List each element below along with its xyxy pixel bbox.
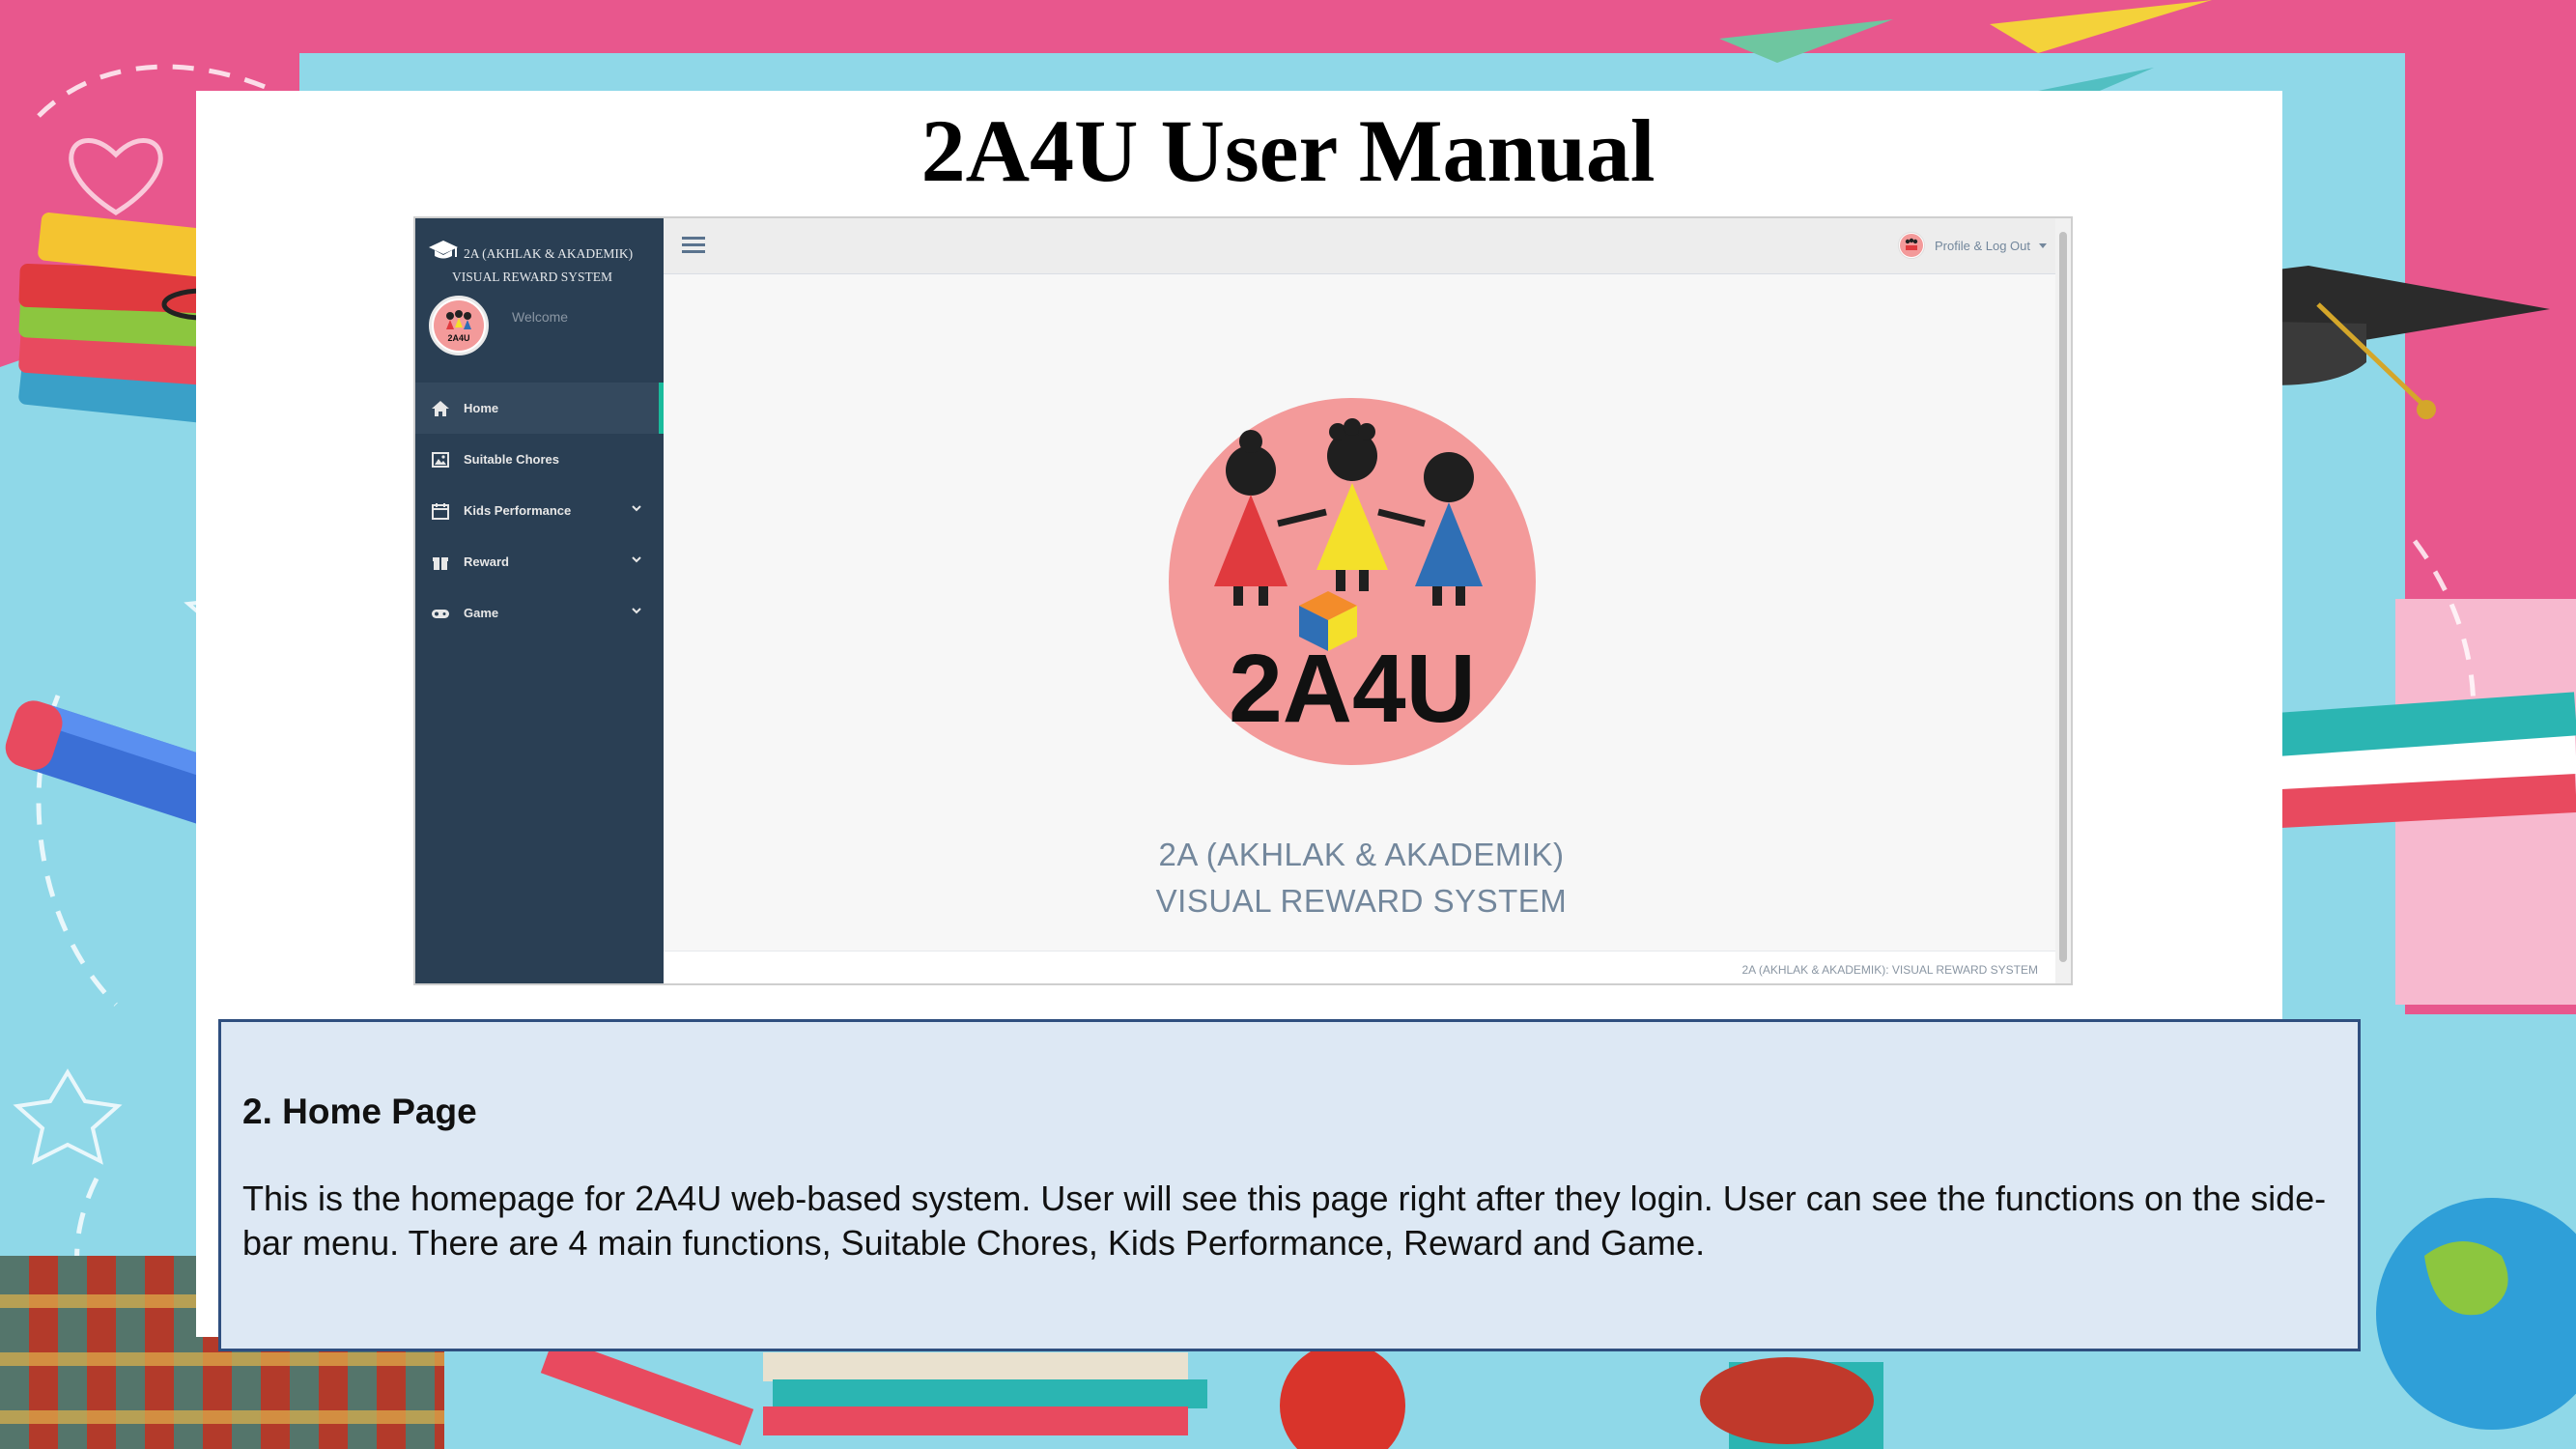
sidebar-nav: Home Suitable Chores Kids Performance Re… (415, 383, 664, 639)
brand-subtitle: VISUAL REWARD SYSTEM (452, 270, 613, 284)
section-heading: 2. Home Page (242, 1092, 477, 1131)
top-bar: Profile & Log Out (664, 218, 2071, 274)
section-body: This is the homepage for 2A4U web-based … (242, 1179, 2327, 1263)
brand-name: 2A (AKHLAK & AKADEMIK) (464, 246, 634, 261)
profile-menu[interactable]: Profile & Log Out (1898, 232, 2048, 259)
profile-label: Profile & Log Out (1935, 238, 2030, 253)
home-icon (432, 400, 449, 416)
chevron-down-icon (632, 608, 641, 614)
sidebar-item-label: Reward (464, 554, 509, 569)
welcome-text: Welcome (512, 309, 569, 325)
image-icon (432, 451, 449, 468)
scrollbar[interactable] (2055, 218, 2071, 983)
app-logo: 2A4U (1169, 398, 1536, 765)
sidebar-item-label: Game (464, 606, 499, 620)
sidebar-item-label: Kids Performance (464, 503, 572, 518)
sidebar: 2A (AKHLAK & AKADEMIK) VISUAL REWARD SYS… (415, 218, 664, 983)
app-screenshot: 2A (AKHLAK & AKADEMIK) VISUAL REWARD SYS… (413, 216, 2073, 985)
sidebar-item-label: Suitable Chores (464, 452, 559, 467)
profile-avatar (1898, 232, 1925, 259)
graduation-cap-icon (429, 241, 458, 259)
footer-text: 2A (AKHLAK & AKADEMIK): VISUAL REWARD SY… (1741, 963, 2038, 977)
svg-text:2A4U: 2A4U (447, 333, 469, 343)
menu-toggle-icon[interactable] (681, 234, 706, 257)
scrollbar-thumb[interactable] (2059, 232, 2067, 962)
caret-down-icon (2039, 243, 2047, 248)
sidebar-item-game[interactable]: Game (415, 587, 664, 639)
logo-avatar-icon: 2A4U (434, 300, 484, 351)
system-name-line1: 2A (AKHLAK & AKADEMIK) (1158, 837, 1565, 872)
sidebar-item-label: Home (464, 401, 499, 415)
sidebar-item-home[interactable]: Home (415, 383, 664, 434)
logo-avatar-icon (1900, 234, 1923, 257)
sidebar-item-suitable-chores[interactable]: Suitable Chores (415, 434, 664, 485)
app-footer: 2A (AKHLAK & AKADEMIK): VISUAL REWARD SY… (664, 951, 2059, 983)
gift-icon (433, 556, 448, 570)
chevron-down-icon (632, 505, 641, 512)
chevron-down-icon (632, 556, 641, 563)
logo-text: 2A4U (1229, 635, 1476, 743)
sidebar-item-reward[interactable]: Reward (415, 536, 664, 587)
gamepad-icon (432, 609, 449, 618)
avatar: 2A4U (429, 296, 489, 355)
main-content: 2A4U 2A (AKHLAK & AKADEMIK) VISUAL REWAR… (664, 274, 2059, 951)
system-name-line2: VISUAL REWARD SYSTEM (1155, 883, 1568, 919)
sidebar-item-kids-performance[interactable]: Kids Performance (415, 485, 664, 536)
page-title: 2A4U User Manual (920, 101, 1656, 200)
description-box: 2. Home Page This is the homepage for 2A… (218, 1019, 2361, 1351)
calendar-icon (432, 502, 449, 520)
